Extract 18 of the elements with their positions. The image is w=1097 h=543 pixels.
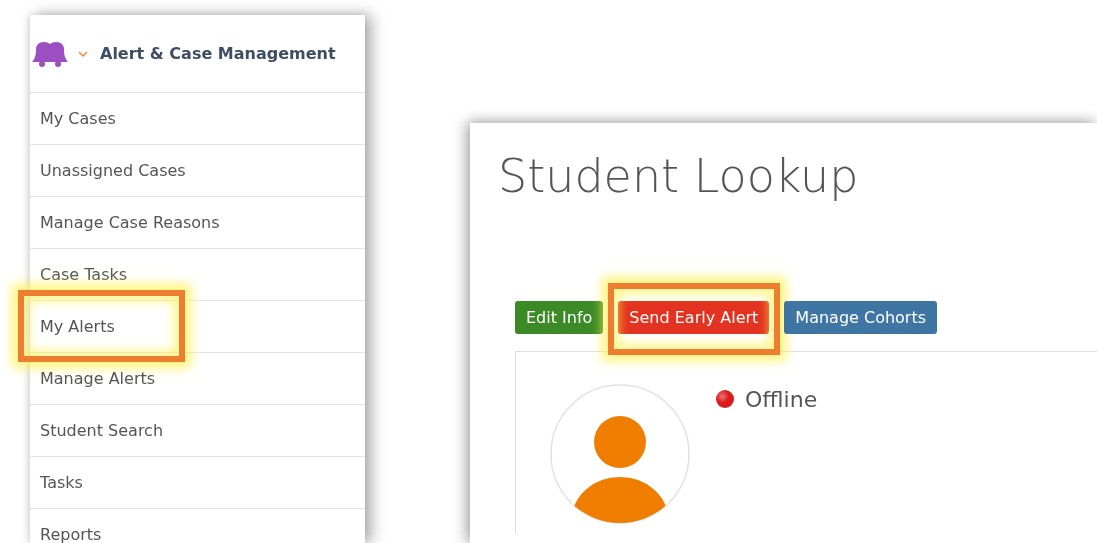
sidebar-item[interactable]: Tasks (30, 457, 365, 509)
sidebar-item[interactable]: My Cases (30, 93, 365, 145)
sidebar-item[interactable]: Manage Case Reasons (30, 197, 365, 249)
sidebar-item[interactable]: Reports (30, 509, 365, 543)
bells-icon (30, 39, 70, 68)
caret-icon[interactable] (78, 49, 88, 58)
sidebar-item[interactable]: My Alerts (30, 301, 365, 353)
avatar-icon (550, 384, 690, 524)
status-label: Offline (745, 386, 818, 412)
sidebar-item[interactable]: Unassigned Cases (30, 145, 365, 197)
sidebar-item[interactable]: Manage Alerts (30, 353, 365, 405)
action-button[interactable]: Send Early Alert (618, 301, 770, 334)
sidebar-item[interactable]: Case Tasks (30, 249, 365, 301)
action-button[interactable]: Manage Cohorts (784, 301, 938, 334)
sidebar-item[interactable]: Student Search (30, 405, 365, 457)
page-title: Student Lookup (498, 149, 860, 203)
section-title: Alert & Case Management (100, 44, 336, 63)
action-button[interactable]: Edit Info (515, 301, 604, 334)
